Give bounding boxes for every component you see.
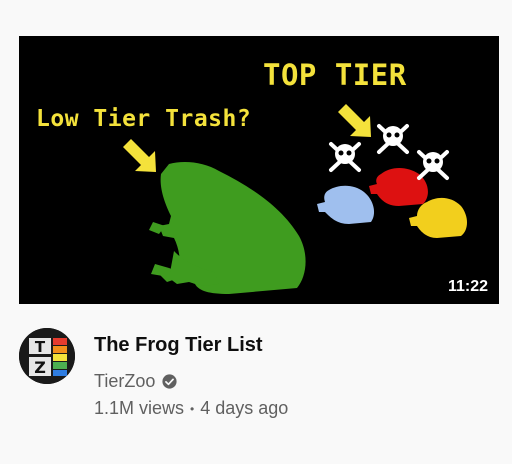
- arrow-down-right-icon: [123, 139, 156, 172]
- skull-crossbones-icon: [329, 142, 361, 172]
- duration-badge: 11:22: [442, 276, 493, 298]
- thumbnail-art: [123, 104, 467, 294]
- skull-crossbones-icon: [377, 124, 409, 154]
- tierzoo-logo-icon: T Z: [19, 328, 75, 384]
- verified-check-icon: [162, 374, 177, 389]
- arrow-down-right-icon: [338, 104, 371, 137]
- upload-time: 4 days ago: [200, 398, 289, 418]
- avatar-letter-t: T: [35, 338, 46, 356]
- blue-frog-illustration: [317, 185, 375, 224]
- thumbnail-caption-low-tier: Low Tier Trash?: [36, 106, 252, 132]
- avatar-letter-z: Z: [34, 358, 46, 377]
- channel-name[interactable]: TierZoo: [94, 371, 155, 392]
- video-stats: 1.1M views • 4 days ago: [94, 398, 288, 419]
- red-frog-illustration: [369, 168, 428, 206]
- video-card[interactable]: Low Tier Trash? TOP TIER 11:22 T Z The F…: [0, 0, 512, 464]
- separator-dot: •: [190, 401, 195, 416]
- video-thumbnail[interactable]: Low Tier Trash? TOP TIER 11:22: [19, 36, 499, 304]
- thumbnail-caption-top-tier: TOP TIER: [263, 58, 407, 92]
- view-count: 1.1M views: [94, 398, 185, 418]
- channel-avatar[interactable]: T Z: [19, 328, 75, 384]
- green-frog-illustration: [149, 162, 306, 294]
- skull-crossbones-icon: [417, 150, 449, 180]
- channel-name-row[interactable]: TierZoo: [94, 371, 178, 392]
- video-title[interactable]: The Frog Tier List: [94, 334, 263, 357]
